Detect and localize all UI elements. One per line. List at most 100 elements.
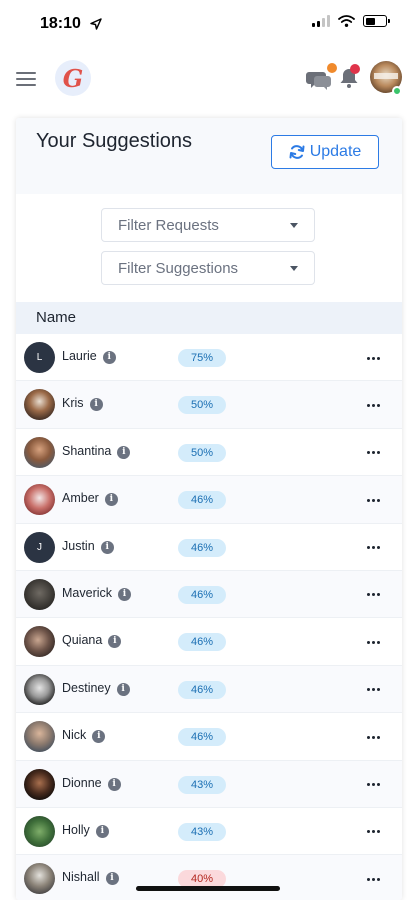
menu-icon[interactable] — [16, 72, 36, 86]
more-icon[interactable] — [359, 443, 387, 463]
match-percent-badge: 75% — [178, 349, 226, 367]
row-name-text: Nishall — [62, 870, 100, 885]
row-name: Holly i — [62, 823, 109, 838]
match-percent-badge: 50% — [178, 396, 226, 415]
avatar — [24, 863, 55, 895]
avatar — [24, 815, 55, 847]
home-indicator[interactable] — [136, 886, 280, 891]
table-row[interactable]: Dionne i 43% — [16, 760, 402, 808]
more-icon[interactable] — [359, 632, 387, 652]
update-button-label: Update — [309, 143, 362, 160]
avatar — [24, 673, 55, 705]
more-icon[interactable] — [359, 348, 387, 368]
table-header: Name — [16, 302, 402, 334]
bell-icon[interactable] — [337, 64, 361, 90]
table-row[interactable]: J Justin i 46% — [16, 524, 402, 571]
table-row[interactable]: Nishall i 40% — [16, 855, 402, 900]
table-row[interactable]: Destiney i 46% — [16, 665, 402, 714]
row-name: Kris i — [62, 396, 103, 412]
more-icon[interactable] — [359, 538, 387, 558]
row-name: Quiana i — [62, 633, 122, 649]
card-header: Your Suggestions Update — [16, 118, 402, 194]
more-icon[interactable] — [359, 490, 387, 510]
avatar — [24, 626, 55, 658]
refresh-icon — [289, 145, 305, 159]
filter-requests-label: Filter Requests — [118, 217, 219, 234]
info-icon[interactable]: i — [105, 872, 119, 886]
column-name-header[interactable]: Name — [36, 309, 76, 326]
more-icon[interactable] — [359, 869, 387, 889]
chat-badge — [327, 63, 337, 73]
card-title: Your Suggestions — [36, 130, 193, 152]
more-icon[interactable] — [359, 680, 387, 700]
table-row[interactable]: Quiana i 46% — [16, 618, 402, 666]
avatar-initial: J — [37, 541, 42, 553]
match-percent-badge: 46% — [178, 633, 226, 652]
row-name-text: Laurie — [62, 349, 97, 363]
bell-badge — [350, 64, 360, 74]
row-name-text: Quiana — [62, 633, 103, 648]
logo-letter: G — [62, 63, 84, 93]
row-name: Shantina i — [62, 443, 131, 459]
info-icon[interactable]: i — [100, 540, 114, 554]
battery-icon — [363, 15, 390, 27]
filter-requests-select[interactable]: Filter Requests — [101, 208, 315, 242]
info-icon[interactable]: i — [116, 682, 130, 696]
row-name-text: Dionne — [62, 775, 102, 790]
suggestions-card: Your Suggestions Update Filter Requests … — [16, 118, 402, 900]
row-name: Maverick i — [62, 585, 132, 601]
table-row[interactable]: Holly i 43% — [16, 808, 402, 856]
info-icon[interactable]: i — [107, 777, 121, 791]
table-row[interactable]: Nick i 46% — [16, 713, 402, 761]
table-row[interactable]: Amber i 46% — [16, 476, 402, 524]
online-status-dot — [392, 86, 402, 96]
avatar — [24, 721, 55, 753]
row-name-text: Kris — [62, 396, 84, 411]
row-name: Nick i — [62, 728, 106, 744]
match-percent-badge: 46% — [178, 585, 226, 604]
table-row[interactable]: Shantina i 50% — [16, 429, 402, 477]
table-row[interactable]: L Laurie i 75% — [16, 334, 402, 382]
status-icons — [312, 15, 390, 27]
info-icon[interactable]: i — [104, 493, 118, 507]
row-name-text: Maverick — [62, 585, 113, 600]
table-row[interactable]: Kris i 50% — [16, 381, 402, 429]
match-percent-badge: 50% — [178, 443, 226, 462]
table-row[interactable]: Maverick i 46% — [16, 570, 402, 619]
chat-icon[interactable] — [305, 63, 337, 91]
row-name-text: Holly — [62, 822, 90, 837]
match-percent-badge: 43% — [178, 775, 226, 794]
info-icon[interactable]: i — [102, 351, 116, 364]
info-icon[interactable]: i — [95, 824, 109, 838]
more-icon[interactable] — [359, 775, 387, 795]
avatar — [24, 436, 55, 468]
filter-suggestions-select[interactable]: Filter Suggestions — [101, 251, 315, 285]
match-percent-badge: 46% — [178, 538, 226, 557]
avatar: J — [24, 531, 55, 563]
app-header: G — [0, 52, 417, 108]
match-percent-badge: 46% — [178, 491, 226, 510]
info-icon[interactable]: i — [108, 635, 122, 649]
info-icon[interactable]: i — [118, 587, 132, 601]
more-icon[interactable] — [359, 585, 387, 605]
match-percent-badge: 46% — [178, 680, 226, 699]
filter-suggestions-label: Filter Suggestions — [118, 260, 239, 277]
row-name-text: Justin — [62, 538, 95, 553]
avatar — [24, 768, 55, 800]
more-icon[interactable] — [359, 822, 387, 842]
avatar — [24, 389, 55, 421]
app-logo[interactable]: G — [55, 60, 91, 96]
row-name: Amber i — [62, 491, 118, 507]
row-name-text: Destiney — [62, 680, 111, 695]
more-icon[interactable] — [359, 727, 387, 747]
update-button[interactable]: Update — [271, 135, 379, 169]
row-name-text: Shantina — [62, 443, 112, 458]
info-icon[interactable]: i — [89, 398, 103, 412]
signal-icon — [312, 15, 330, 27]
row-name: Justin i — [62, 539, 114, 554]
row-name-text: Nick — [62, 728, 87, 743]
info-icon[interactable]: i — [117, 445, 131, 459]
info-icon[interactable]: i — [92, 730, 106, 744]
more-icon[interactable] — [359, 395, 387, 415]
row-name: Nishall i — [62, 870, 119, 886]
